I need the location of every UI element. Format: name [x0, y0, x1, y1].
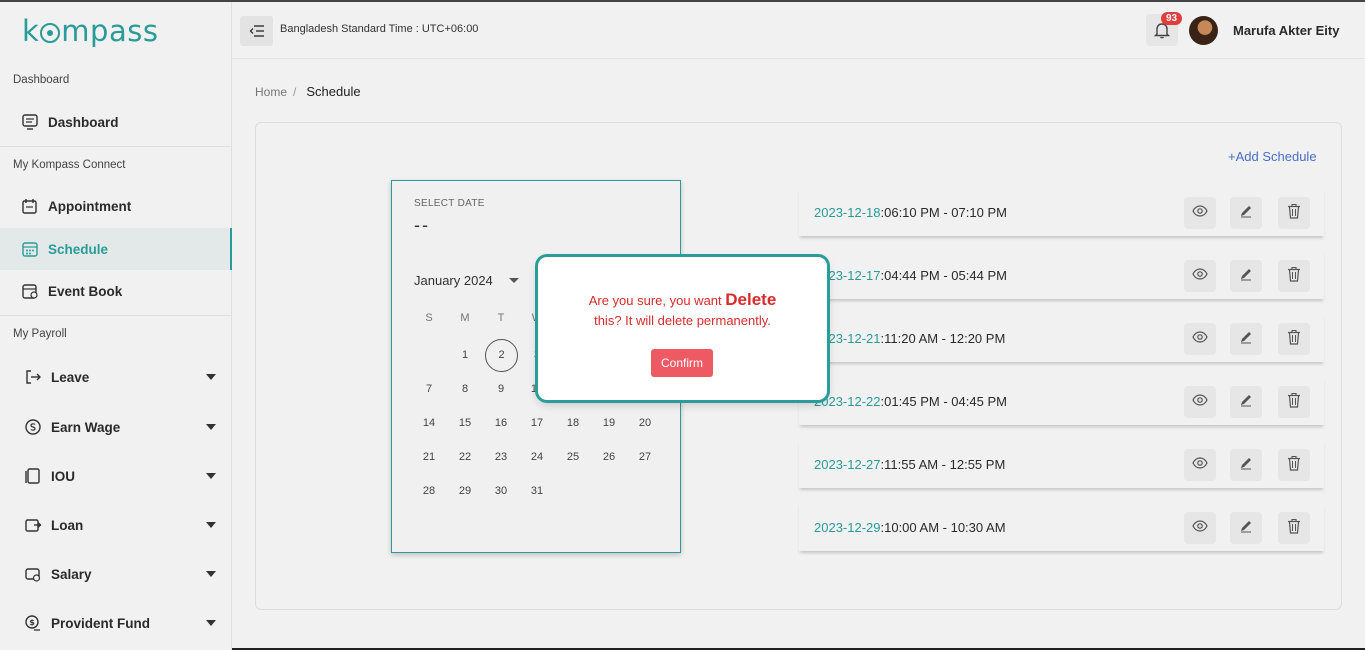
message-emphasis: Delete	[725, 290, 777, 309]
confirm-button[interactable]: Confirm	[651, 349, 713, 377]
message-line2: this? It will delete permanently.	[594, 313, 771, 328]
delete-confirm-message: Are you sure, you want Delete this? It w…	[548, 290, 817, 331]
delete-confirm-dialog: Are you sure, you want Delete this? It w…	[538, 257, 827, 400]
message-line1: Are you sure, you want	[588, 293, 726, 308]
